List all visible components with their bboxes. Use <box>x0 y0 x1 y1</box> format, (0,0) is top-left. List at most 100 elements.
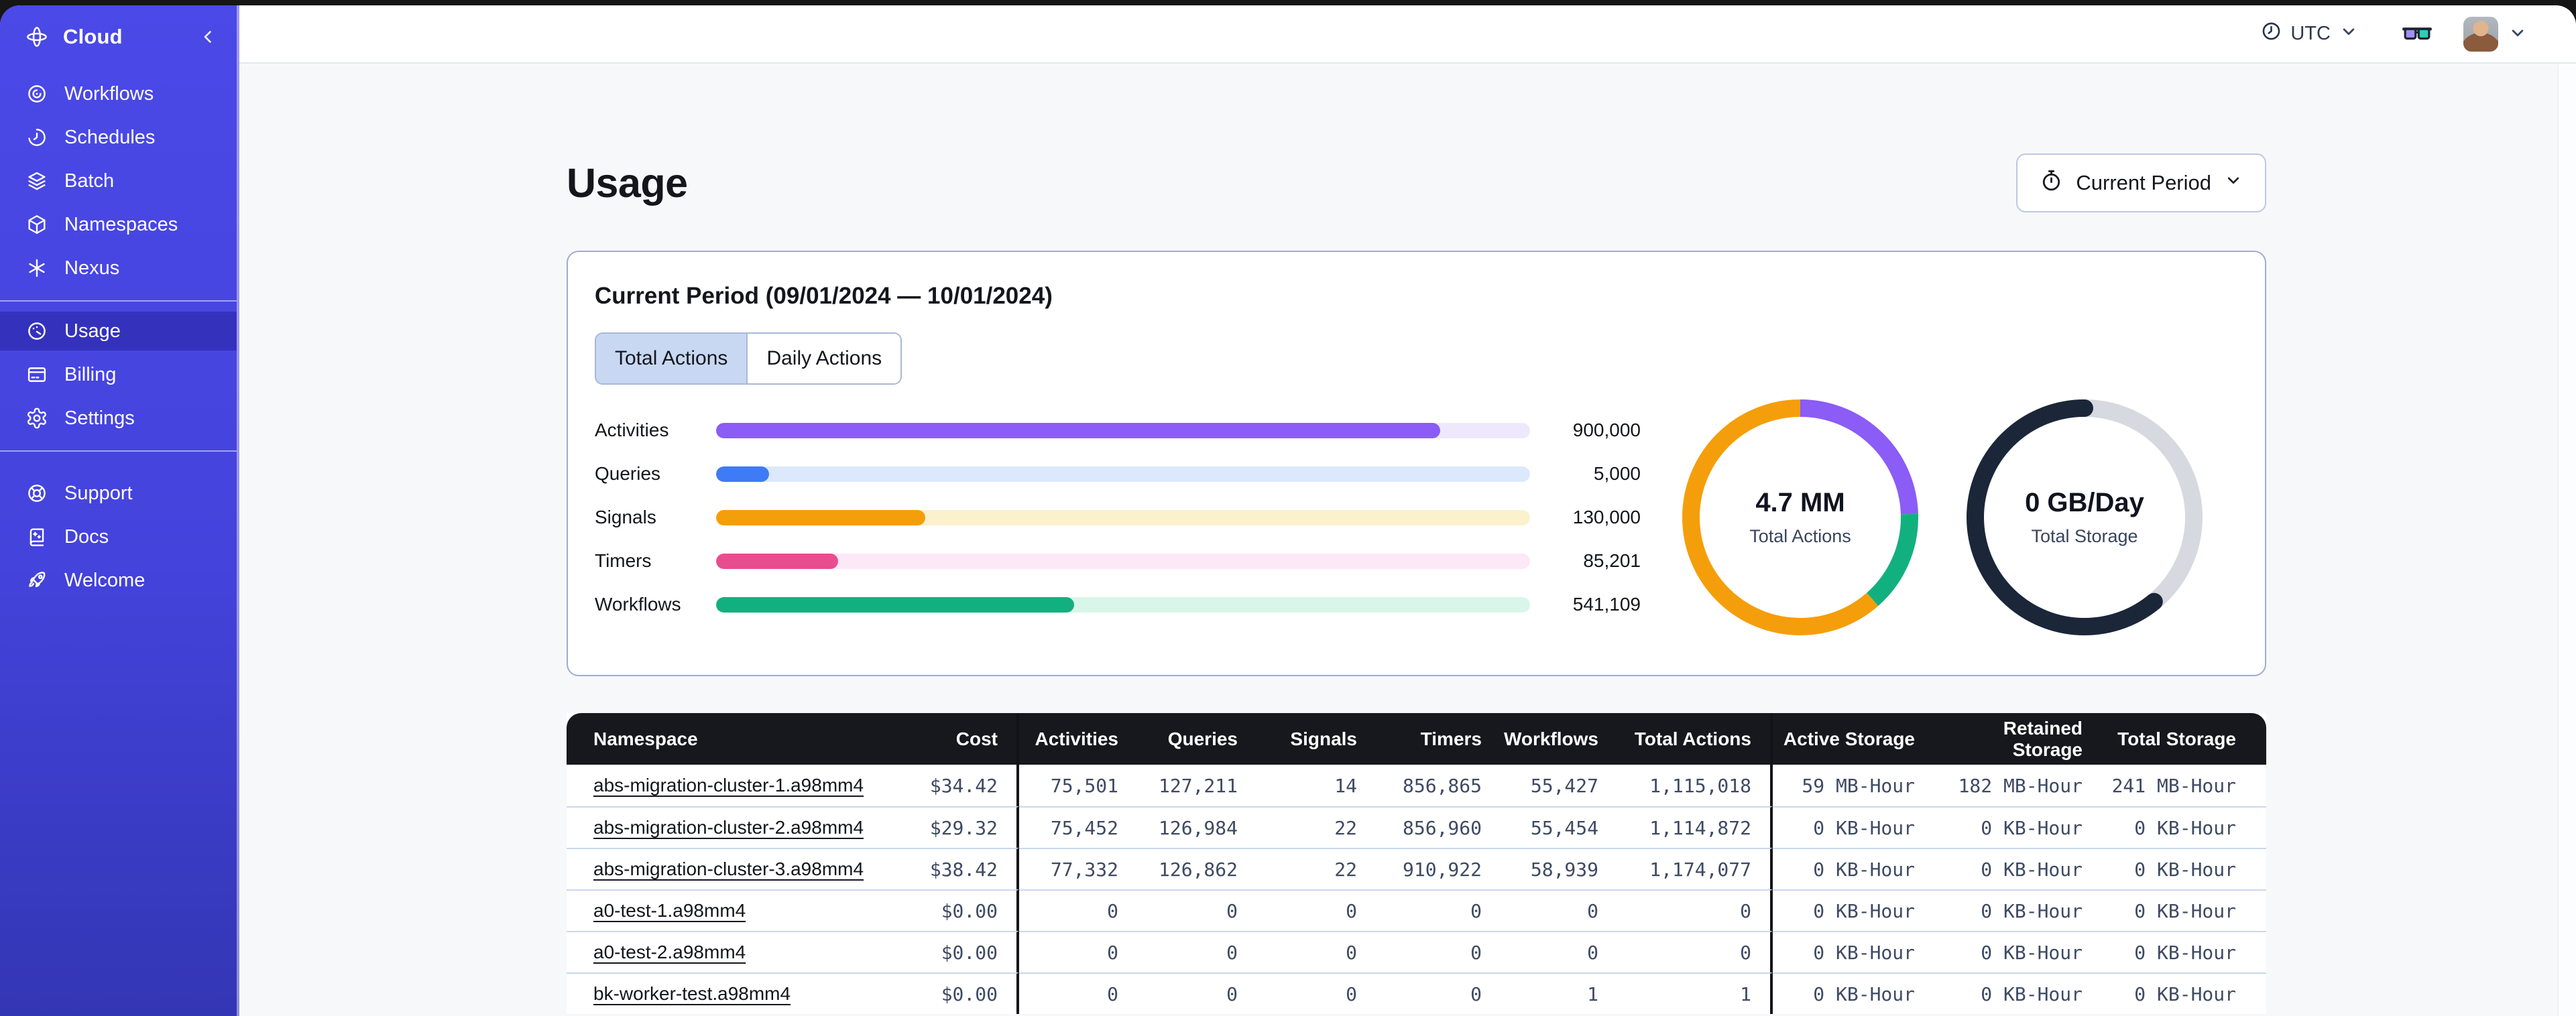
sidebar-item-settings[interactable]: Settings <box>0 399 237 438</box>
namespace-usage-table-wrap: Namespace Cost Activities Queries Signal… <box>567 713 2266 1014</box>
workflows-cell: 0 <box>1501 889 1617 931</box>
retained-storage-cell: 0 KB-Hour <box>1934 931 2101 972</box>
sidebar-nav-main: Workflows Schedules Batch Namespaces Nex… <box>0 64 237 300</box>
period-selector-button[interactable]: Current Period <box>2016 153 2266 212</box>
bar-track <box>716 553 1530 569</box>
activities-cell: 0 <box>1019 931 1137 972</box>
actions-bar-chart: Activities 900,000 Queries 5,000 Signals… <box>595 420 1641 615</box>
account-menu-button[interactable] <box>2508 23 2528 45</box>
sidebar-item-namespaces[interactable]: Namespaces <box>0 205 237 244</box>
sidebar-item-docs[interactable]: Docs <box>0 517 237 556</box>
donut-center: 0 GB/Day Total Storage <box>1967 399 2203 635</box>
namespace-usage-table: Namespace Cost Activities Queries Signal… <box>567 713 2266 1014</box>
sidebar-item-schedules[interactable]: Schedules <box>0 118 237 157</box>
bar-label: Signals <box>595 507 656 527</box>
total-actions-cell: 0 <box>1617 931 1773 972</box>
total-actions-cell: 1 <box>1617 972 1773 1014</box>
total-actions-cell: 1,174,077 <box>1617 848 1773 889</box>
sidebar-item-label: Welcome <box>64 569 145 591</box>
column-header-workflows: Workflows <box>1501 713 1617 765</box>
bar-track <box>716 466 1530 482</box>
sidebar: Cloud Workflows Schedules Batch Namespac… <box>0 5 239 1016</box>
table-row-abs-migration-cluster-1-a98mm4: abs-migration-cluster-1.a98mm4 $34.42 75… <box>567 765 2266 806</box>
page-content: Usage Current Period Current Period (09/… <box>567 64 2266 1014</box>
sidebar-item-nexus[interactable]: Nexus <box>0 249 237 288</box>
total-actions-cell: 0 <box>1617 889 1773 931</box>
docs-icon <box>25 525 48 548</box>
table-row-abs-migration-cluster-3-a98mm4: abs-migration-cluster-3.a98mm4 $38.42 77… <box>567 848 2266 889</box>
tab-total-actions[interactable]: Total Actions <box>596 334 747 383</box>
tab-daily-actions[interactable]: Daily Actions <box>746 334 901 383</box>
sidebar-item-batch[interactable]: Batch <box>0 162 237 200</box>
bar-label: Timers <box>595 550 652 571</box>
vertical-scrollbar[interactable] <box>2557 64 2576 1016</box>
queries-cell: 0 <box>1137 889 1256 931</box>
app-window: Cloud Workflows Schedules Batch Namespac… <box>0 5 2576 1016</box>
sidebar-header: Cloud <box>0 5 237 64</box>
bar-label: Workflows <box>595 594 681 615</box>
total-storage-cell: 0 KB-Hour <box>2101 931 2266 972</box>
feedback-glasses-button[interactable] <box>2402 21 2433 47</box>
table-row-abs-migration-cluster-2-a98mm4: abs-migration-cluster-2.a98mm4 $29.32 75… <box>567 806 2266 848</box>
cost-cell: $38.42 <box>885 848 1019 889</box>
retained-storage-cell: 0 KB-Hour <box>1934 972 2101 1014</box>
column-header-queries: Queries <box>1137 713 1256 765</box>
total-storage-cell: 0 KB-Hour <box>2101 972 2266 1014</box>
bar-track <box>716 596 1530 613</box>
total-storage-donut: 0 GB/Day Total Storage <box>1967 399 2203 635</box>
page-scroll-area[interactable]: Usage Current Period Current Period (09/… <box>239 64 2576 1016</box>
queries-cell: 0 <box>1137 972 1256 1014</box>
brand-label: Cloud <box>63 25 123 48</box>
usage-summary-card: Current Period (09/01/2024 — 10/01/2024)… <box>567 251 2266 676</box>
queries-cell: 126,862 <box>1137 848 1256 889</box>
clock-icon <box>2260 20 2282 48</box>
timezone-selector[interactable]: UTC <box>2256 19 2363 48</box>
sidebar-item-label: Schedules <box>64 126 156 148</box>
bar-row-workflows: Workflows 541,109 <box>595 594 1641 615</box>
card-title: Current Period (09/01/2024 — 10/01/2024) <box>595 283 1053 309</box>
activities-cell: 75,452 <box>1019 806 1137 848</box>
donut-charts: 4.7 MM Total Actions 0 GB/Day Total Stor… <box>1682 399 2203 635</box>
avatar[interactable] <box>2463 17 2498 52</box>
cost-cell: $0.00 <box>885 931 1019 972</box>
title-row: Usage Current Period <box>567 153 2266 212</box>
sidebar-item-workflows[interactable]: Workflows <box>0 74 237 113</box>
column-header-activities: Activities <box>1019 713 1137 765</box>
activities-cell: 75,501 <box>1019 765 1137 806</box>
sidebar-item-label: Settings <box>64 407 135 429</box>
namespace-link[interactable]: abs-migration-cluster-2.a98mm4 <box>593 817 864 838</box>
active-storage-cell: 0 KB-Hour <box>1773 972 1934 1014</box>
sidebar-item-billing[interactable]: Billing <box>0 355 237 394</box>
glasses-icon <box>2402 21 2433 47</box>
total-actions-cell: 1,114,872 <box>1617 806 1773 848</box>
namespace-cell: a0-test-1.a98mm4 <box>567 889 885 931</box>
active-storage-cell: 0 KB-Hour <box>1773 889 1934 931</box>
bar-track <box>716 422 1530 438</box>
sidebar-item-label: Docs <box>64 525 109 548</box>
timers-cell: 910,922 <box>1376 848 1501 889</box>
sidebar-collapse-button[interactable] <box>198 27 218 47</box>
bar-row-signals: Signals 130,000 <box>595 507 1641 528</box>
timers-cell: 0 <box>1376 889 1501 931</box>
stopwatch-icon <box>2039 168 2064 198</box>
period-selector-label: Current Period <box>2076 171 2211 194</box>
namespace-link[interactable]: abs-migration-cluster-1.a98mm4 <box>593 775 864 796</box>
sidebar-item-welcome[interactable]: Welcome <box>0 561 237 600</box>
signals-cell: 22 <box>1256 848 1376 889</box>
sidebar-item-support[interactable]: Support <box>0 474 237 513</box>
bar-value: 130,000 <box>1572 507 1641 527</box>
page-title: Usage <box>567 160 688 206</box>
namespace-link[interactable]: a0-test-2.a98mm4 <box>593 942 746 962</box>
nexus-icon <box>25 257 48 279</box>
bar-fill <box>716 509 925 525</box>
column-header-active-storage: Active Storage <box>1773 713 1934 765</box>
sidebar-item-usage[interactable]: Usage <box>0 312 237 351</box>
namespace-link[interactable]: abs-migration-cluster-3.a98mm4 <box>593 859 864 879</box>
namespace-link[interactable]: bk-worker-test.a98mm4 <box>593 983 791 1004</box>
cost-cell: $29.32 <box>885 806 1019 848</box>
namespace-cell: abs-migration-cluster-3.a98mm4 <box>567 848 885 889</box>
column-header-total-actions: Total Actions <box>1617 713 1773 765</box>
workflows-cell: 55,427 <box>1501 765 1617 806</box>
workflows-cell: 0 <box>1501 931 1617 972</box>
namespace-link[interactable]: a0-test-1.a98mm4 <box>593 900 746 921</box>
